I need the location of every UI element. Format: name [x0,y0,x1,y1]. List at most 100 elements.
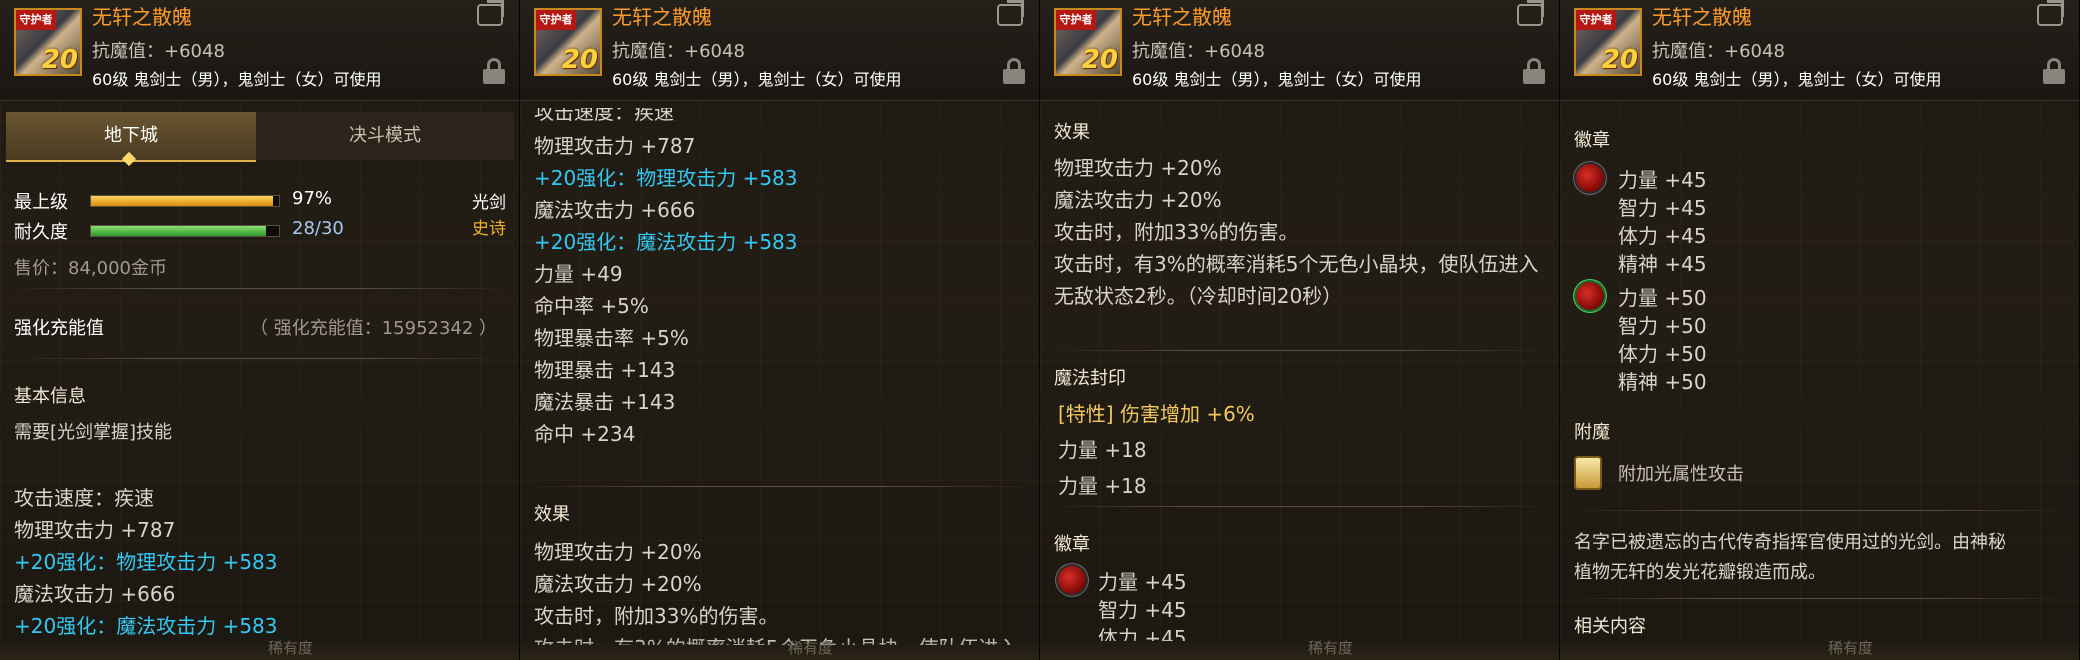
item-icon[interactable]: 守护者 20 [14,8,82,76]
share-icon[interactable] [477,4,503,26]
item-icon-level: 20 [1601,45,1638,75]
bottom-fade [520,638,1039,660]
enchant-card-icon [1574,456,1602,490]
item-icon-level: 20 [41,45,78,75]
lock-icon[interactable] [483,58,505,84]
attr-line: +20强化：物理攻击力 +583 [14,550,278,574]
enhance-label: 强化充能值 [14,318,104,339]
effect-line: 攻击时，附加33%的伤害。 [1054,220,1299,244]
emblem-line: 体力 +50 [1618,342,1707,366]
item-classes: 60级 鬼剑士（男），鬼剑士（女）可使用 [92,70,382,89]
magic-seal-line: 力量 +18 [1058,438,1147,462]
enchant-text: 附加光属性攻击 [1618,464,1744,485]
item-header: 守护者 20 无轩之散魄 抗魔值：+6048 60级 鬼剑士（男），鬼剑士（女）… [1560,0,2079,101]
divider [1048,350,1551,351]
attr-line: 命中率 +5% [534,294,649,318]
item-icon-level: 20 [561,45,598,75]
effect-line: 物理攻击力 +20% [534,540,702,564]
item-icon-tag: 守护者 [16,10,56,30]
enhance-value: （ 强化充能值：15952342 ） [250,318,498,339]
effect-line: 魔法攻击力 +20% [534,572,702,596]
emblem-line: 力量 +50 [1618,286,1707,310]
durability-bar-fill [91,226,267,236]
divider [1568,510,2071,511]
item-header: 守护者 20 无轩之散魄 抗魔值：+6048 60级 鬼剑士（男），鬼剑士（女）… [1040,0,1559,101]
divider [528,486,1031,487]
attr-line: +20强化：魔法攻击力 +583 [14,614,278,638]
attr-line: +20强化：物理攻击力 +583 [534,166,798,190]
emblem-line: 力量 +45 [1618,168,1707,192]
tooltip-panel-1: 守护者 20 无轩之散魄 抗魔值：+6048 60级 鬼剑士（男），鬼剑士（女）… [0,0,520,660]
rarity: 史诗 [472,219,506,239]
item-icon[interactable]: 守护者 20 [1574,8,1642,76]
attr-line: 物理暴击 +143 [534,358,676,382]
tab-duel[interactable]: 决斗模式 [256,112,514,160]
share-icon[interactable] [997,4,1023,26]
divider [1568,598,2071,599]
divider [8,288,511,289]
emblem-title: 徽章 [1054,534,1090,555]
tooltip-strip: 守护者 20 无轩之散魄 抗魔值：+6048 60级 鬼剑士（男），鬼剑士（女）… [0,0,2080,660]
emblem-line: 智力 +50 [1618,314,1707,338]
item-resist: 抗魔值：+6048 [612,41,745,62]
attr-line: 物理攻击力 +787 [534,134,696,158]
effect-line: 无敌状态2秒。（冷却时间20秒） [1054,284,1343,308]
share-icon[interactable] [2037,4,2063,26]
rarity-sort-label: 稀有度 [268,639,314,657]
attr-line: 力量 +49 [534,262,623,286]
durability-value: 28/30 [292,218,344,239]
item-name: 无轩之散魄 [1132,5,1232,29]
emblem-green-icon [1576,282,1604,310]
enchant-title: 附魔 [1574,422,1610,443]
grade-bar-fill [91,196,274,206]
attr-line: 魔法暴击 +143 [534,390,676,414]
attr-line: 魔法攻击力 +666 [534,198,696,222]
item-icon-tag: 守护者 [536,10,576,30]
description-line: 植物无轩的发光花瓣锻造而成。 [1574,562,1826,583]
magic-seal-trait: [特性] 伤害增加 +6% [1058,402,1255,426]
attr-line: 攻击速度：疾速 [14,486,154,510]
lock-icon[interactable] [1523,58,1545,84]
attr-line: +20强化：魔法攻击力 +583 [534,230,798,254]
lock-icon[interactable] [1003,58,1025,84]
effect-line: 攻击时，附加33%的伤害。 [534,604,779,628]
item-icon[interactable]: 守护者 20 [534,8,602,76]
basic-info-title: 基本信息 [14,386,86,407]
grade-label: 最上级 [14,192,68,213]
rarity-sort-label: 稀有度 [788,639,834,657]
attr-line: 命中 +234 [534,422,636,446]
grade-bar [90,195,280,207]
item-classes: 60级 鬼剑士（男），鬼剑士（女）可使用 [612,70,902,89]
description-line: 名字已被遗忘的古代传奇指挥官使用过的光剑。由神秘 [1574,532,2006,553]
item-icon[interactable]: 守护者 20 [1054,8,1122,76]
attr-line: 魔法攻击力 +666 [14,582,176,606]
item-resist: 抗魔值：+6048 [1652,41,1785,62]
tooltip-panel-3: 守护者 20 无轩之散魄 抗魔值：+6048 60级 鬼剑士（男），鬼剑士（女）… [1040,0,1560,660]
lock-icon[interactable] [2043,58,2065,84]
rarity-sort-label: 稀有度 [1828,639,1874,657]
durability-label: 耐久度 [14,222,68,243]
item-header: 守护者 20 无轩之散魄 抗魔值：+6048 60级 鬼剑士（男），鬼剑士（女）… [520,0,1039,101]
emblem-red-icon [1058,566,1086,594]
divider [1048,506,1551,507]
item-classes: 60级 鬼剑士（男），鬼剑士（女）可使用 [1652,70,1942,89]
item-resist: 抗魔值：+6048 [1132,41,1265,62]
bottom-fade [1560,638,2079,660]
attr-line: 物理攻击力 +787 [14,518,176,542]
emblem-line: 智力 +45 [1098,598,1187,622]
effect-line: 物理攻击力 +20% [1054,156,1222,180]
durability-bar [90,225,280,237]
item-header: 守护者 20 无轩之散魄 抗魔值：+6048 60级 鬼剑士（男），鬼剑士（女）… [0,0,519,101]
item-icon-tag: 守护者 [1056,10,1096,30]
item-name: 无轩之散魄 [1652,5,1752,29]
effect-title: 效果 [534,504,570,525]
share-icon[interactable] [1517,4,1543,26]
weapon-type: 光剑 [472,193,506,213]
emblem-red-icon [1576,164,1604,192]
effect-title: 效果 [1054,122,1090,143]
tooltip-panel-4: 守护者 20 无轩之散魄 抗魔值：+6048 60级 鬼剑士（男），鬼剑士（女）… [1560,0,2080,660]
emblem-line: 智力 +45 [1618,196,1707,220]
emblem-line: 力量 +45 [1098,570,1187,594]
basic-info-requirement: 需要[光剑掌握]技能 [14,422,173,443]
tooltip-panel-2: 守护者 20 无轩之散魄 抗魔值：+6048 60级 鬼剑士（男），鬼剑士（女）… [520,0,1040,660]
